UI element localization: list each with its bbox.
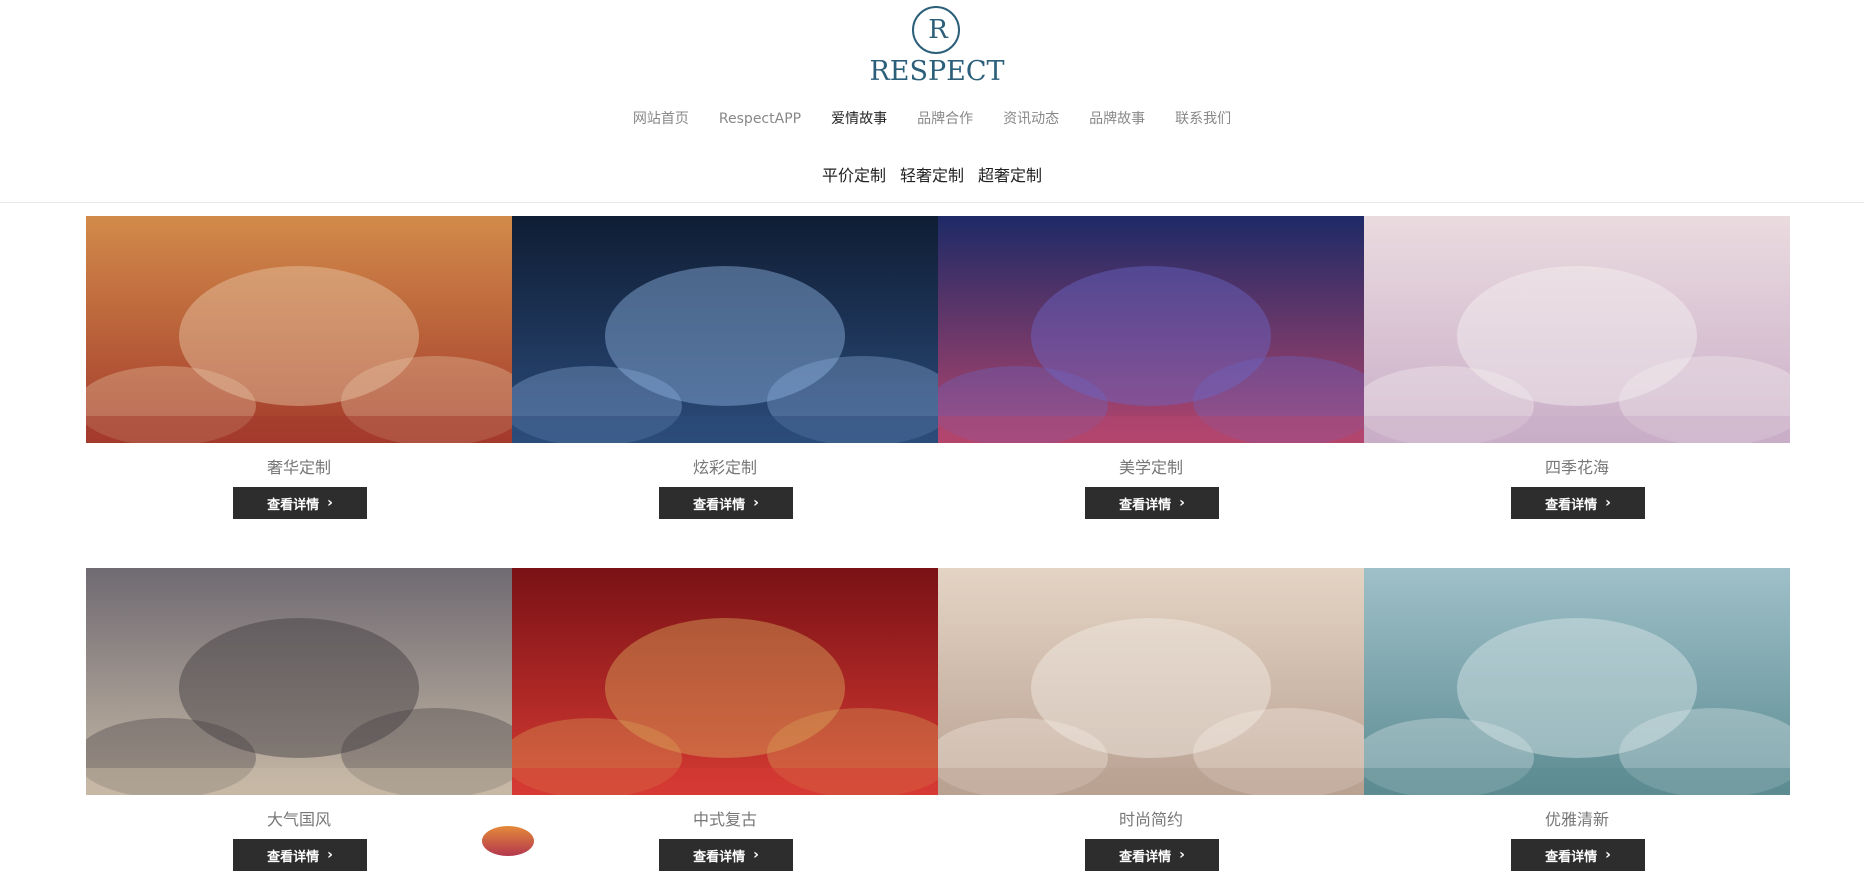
view-details-button[interactable]: 查看详情 ›	[659, 487, 793, 519]
site-header: R RESPECT 网站首页 RespectAPP 爱情故事 品牌合作 资讯动态 品牌故事…	[0, 0, 1864, 203]
main-nav: 网站首页 RespectAPP 爱情故事 品牌合作 资讯动态 品牌故事 联系我们	[0, 108, 1864, 128]
card-title: 大气国风	[266, 810, 331, 829]
card-title: 炫彩定制	[692, 458, 757, 477]
nav-item-5[interactable]: 品牌故事	[1089, 108, 1145, 128]
view-details-label: 查看详情	[267, 849, 320, 865]
logo-emblem: R	[912, 6, 960, 54]
view-details-label: 查看详情	[693, 497, 746, 513]
chevron-right-icon: ›	[1179, 495, 1185, 511]
view-details-button[interactable]: 查看详情 ›	[1085, 839, 1219, 871]
view-details-label: 查看详情	[1119, 849, 1172, 865]
card-title: 时尚简约	[1118, 810, 1183, 829]
nav-item-0[interactable]: 网站首页	[633, 108, 689, 128]
card-photo[interactable]	[512, 568, 938, 795]
view-details-button[interactable]: 查看详情 ›	[1511, 487, 1645, 519]
card-title: 优雅清新	[1544, 810, 1609, 829]
view-details-label: 查看详情	[1119, 497, 1172, 513]
category-tab-0[interactable]: 平价定制	[822, 162, 886, 186]
nav-item-2[interactable]: 爱情故事	[831, 108, 887, 128]
card-photo[interactable]	[1364, 568, 1790, 795]
view-details-button[interactable]: 查看详情 ›	[233, 487, 367, 519]
respect-logo[interactable]: R RESPECT	[869, 4, 1005, 88]
nav-item-1[interactable]: RespectAPP	[719, 111, 801, 127]
card-photo[interactable]	[1364, 216, 1790, 443]
category-tab-2[interactable]: 超奢定制	[978, 162, 1042, 186]
chevron-right-icon: ›	[327, 847, 333, 863]
chevron-right-icon: ›	[753, 495, 759, 511]
card-title: 中式复古	[692, 810, 757, 829]
view-details-label: 查看详情	[693, 849, 746, 865]
view-details-button[interactable]: 查看详情 ›	[659, 839, 793, 871]
view-details-label: 查看详情	[267, 497, 320, 513]
card-title: 美学定制	[1118, 458, 1183, 477]
nav-item-3[interactable]: 品牌合作	[917, 108, 973, 128]
card-photo[interactable]	[938, 568, 1364, 795]
view-details-label: 查看详情	[1545, 497, 1598, 513]
chevron-right-icon: ›	[1605, 847, 1611, 863]
card-photo[interactable]	[938, 216, 1364, 443]
view-details-button[interactable]: 查看详情 ›	[233, 839, 367, 871]
logo-wordmark: RESPECT	[869, 56, 1005, 87]
category-tab-1[interactable]: 轻奢定制	[900, 162, 964, 186]
view-details-button[interactable]: 查看详情 ›	[1511, 839, 1645, 871]
chevron-right-icon: ›	[327, 495, 333, 511]
card-title: 奢华定制	[266, 458, 331, 477]
category-nav: 平价定制 轻奢定制 超奢定制	[0, 162, 1864, 186]
nav-item-6[interactable]: 联系我们	[1175, 108, 1231, 128]
card-photo[interactable]	[86, 216, 512, 443]
logo-letter: R	[928, 15, 948, 45]
view-details-label: 查看详情	[1545, 849, 1598, 865]
view-details-button[interactable]: 查看详情 ›	[1085, 487, 1219, 519]
chevron-right-icon: ›	[1605, 495, 1611, 511]
chevron-right-icon: ›	[753, 847, 759, 863]
card-photo[interactable]	[86, 568, 512, 795]
card-title: 四季花海	[1544, 458, 1609, 477]
chevron-right-icon: ›	[1179, 847, 1185, 863]
nav-item-4[interactable]: 资讯动态	[1003, 108, 1059, 128]
card-photo[interactable]	[512, 216, 938, 443]
floating-badge-icon[interactable]	[482, 826, 534, 856]
